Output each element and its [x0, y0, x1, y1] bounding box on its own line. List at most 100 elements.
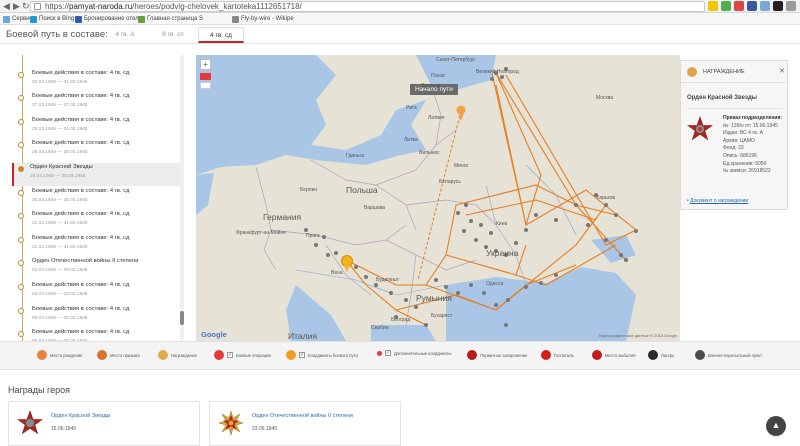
award-panel-header: НАГРАЖДЕНИЕ ✕ — [681, 61, 789, 83]
timeline-item[interactable]: Боевые действия в составе: 4 гв. сд 27.03… — [16, 92, 181, 115]
page-icon — [138, 15, 145, 23]
route-start-dashed — [417, 110, 462, 281]
timeline-item[interactable]: Боевые действия в составе: 4 гв. сд 28.03… — [16, 139, 181, 162]
timeline-item[interactable]: Орден Отечественной войны II степени 01.0… — [16, 257, 181, 280]
timeline-item[interactable] — [16, 55, 181, 68]
zoom-in-button[interactable]: + — [200, 59, 211, 70]
battle-map[interactable]: + Начало пути Германия Польша Украина Ру… — [196, 55, 680, 341]
reload-icon[interactable]: ↻ — [22, 1, 30, 12]
legend-label: Первичное захоронение — [480, 352, 528, 358]
timeline-list: Боевые действия в составе: 4 гв. сд 23.03… — [6, 55, 184, 341]
black-sea — [446, 267, 636, 341]
city-label: Москва — [596, 95, 614, 101]
legend-checkbox[interactable]: ✓ — [299, 352, 305, 358]
award-panel: НАГРАЖДЕНИЕ ✕ Орден Красной Звезды Прика… — [680, 60, 789, 210]
timeline-dot-icon — [18, 236, 24, 243]
timeline-item[interactable]: Боевые действия в составе: 4 гв. сд05.04… — [16, 328, 181, 341]
award-pin[interactable] — [341, 255, 353, 273]
battle-path-title: Боевой путь в составе: — [6, 29, 108, 40]
city-label: Вена — [331, 270, 343, 276]
city-label: Вильнюс — [419, 150, 440, 156]
legend-label: Боевые операции — [236, 352, 271, 358]
extension-icon[interactable] — [760, 1, 770, 11]
legend-icon — [467, 350, 477, 360]
legend-label: Награждение — [171, 352, 198, 358]
tab-4-gv-a[interactable]: 4 гв. А — [102, 27, 148, 43]
legend-item[interactable]: ✓ Дополнительные координаты — [377, 350, 451, 356]
timeline-item-title: Боевые действия в составе: 4 гв. сд — [32, 234, 130, 241]
map-legend: Место рождения Место призыва Награждение ✓ Б… — [0, 341, 800, 370]
star-icon[interactable] — [708, 1, 718, 11]
timeline-item[interactable]: Боевые действия в составе: 4 гв. сд05.04… — [16, 305, 181, 328]
wikipedia-icon — [232, 15, 239, 23]
timeline-item[interactable]: Боевые действия в составе: 4 гв. сд 31.03… — [16, 210, 181, 233]
timeline-item-date: 03.04.1945 — 03.04.1945 — [32, 292, 88, 297]
city-label: Рига — [406, 105, 417, 111]
scrollbar-track[interactable] — [180, 55, 184, 341]
award-detail-text: Издан: ВС 4 гв. А — [723, 130, 763, 137]
extension-icon[interactable] — [721, 1, 731, 11]
hero-award-card[interactable]: Орден Красной Звезды 15.06.1945 — [8, 401, 200, 446]
tab-8-gv-sp[interactable]: 8 гв. сп — [150, 27, 196, 43]
city-label: Будапешт — [376, 277, 399, 283]
award-detail-line: №: 139/н от: 15.06.1945 — [723, 123, 782, 131]
legend-item: Награждение — [158, 350, 197, 360]
scroll-top-button[interactable]: ▲ — [766, 416, 786, 436]
legend-checkbox[interactable]: ✓ — [227, 352, 233, 358]
timeline-item-title: Боевые действия в составе: 4 гв. сд — [32, 329, 130, 336]
timeline-item-title: Боевые действия в составе: 4 гв. сд — [32, 93, 130, 100]
timeline-item-date: 27.03.1945 — 27.03.1945 — [32, 103, 88, 109]
extension-icon[interactable] — [734, 1, 744, 11]
country-label: Беларусь — [439, 179, 461, 185]
country-label: Румыния — [416, 293, 452, 303]
map-type-red[interactable] — [200, 73, 211, 80]
facebook-icon[interactable] — [747, 1, 757, 11]
legend-checkbox[interactable]: ✓ — [385, 350, 391, 356]
timeline-dot-icon — [18, 166, 24, 172]
legend-item: Первичное захоронение — [467, 350, 527, 360]
hero-award-card[interactable]: Орден Отечественной войны II степени 23.… — [209, 401, 401, 446]
legend-icon — [97, 350, 107, 360]
amazon-icon[interactable] — [773, 1, 783, 11]
forward-icon[interactable]: ▶ — [13, 1, 20, 12]
city-label: Одесса — [486, 281, 504, 287]
hero-award-name[interactable]: Орден Красной Звезды — [51, 413, 111, 419]
timeline-item-title: Боевые действия в составе: 4 гв. сд — [32, 187, 130, 194]
patriotic-war-order-icon — [218, 410, 244, 436]
red-star-medal-icon — [687, 116, 713, 141]
legend-item[interactable]: ✓ Боевые операции — [214, 350, 271, 360]
legend-icon — [286, 350, 296, 360]
bookmark-hotel[interactable]: Бронирование отел — [75, 13, 139, 25]
timeline-item-title: Боевые действия в составе: 4 гв. сд — [32, 282, 130, 288]
award-document-link[interactable]: • Документ о награждении — [687, 198, 748, 204]
timeline-item[interactable]: Боевые действия в составе: 4 гв. сд 30.03… — [16, 187, 181, 210]
red-star-medal-icon — [17, 410, 43, 435]
timeline-item[interactable]: Боевые действия в составе: 4 гв. сд 31.03… — [16, 234, 181, 257]
bookmark-home[interactable]: Главная страница S — [138, 13, 203, 25]
bookmark-bing[interactable]: Поиск в Bing — [30, 13, 74, 25]
timeline-item[interactable]: Боевые действия в составе: 4 гв. сд 23.03… — [16, 69, 181, 92]
close-icon[interactable]: ✕ — [779, 67, 785, 75]
legend-icon — [377, 350, 382, 356]
menu-icon[interactable] — [786, 1, 796, 11]
map-type-white[interactable] — [200, 82, 211, 89]
timeline-item-date: 28.03.1945 — 28.03.1945 — [30, 174, 86, 179]
scrollbar-thumb[interactable] — [180, 311, 184, 325]
timeline-item-selected[interactable]: Орден Красной Звезды 28.03.1945 — 28.03.1… — [12, 163, 182, 186]
legend-item: Госпиталь — [541, 350, 574, 360]
address-bar[interactable]: https://pamyat-naroda.ru/heroes/podvig-c… — [30, 1, 705, 12]
back-icon[interactable]: ◀ — [3, 1, 10, 12]
tab-4-gv-sd[interactable]: 4 гв. сд — [198, 27, 244, 43]
country-label: Эстония — [421, 83, 441, 89]
hero-award-name[interactable]: Орден Отечественной войны II степени — [252, 413, 353, 419]
start-pin[interactable] — [456, 105, 466, 122]
baltic-sea — [196, 55, 426, 175]
hero-award-date: 15.06.1945 — [51, 426, 77, 432]
timeline-item[interactable]: Боевые действия в составе: 4 гв. сд 28.03… — [16, 116, 181, 139]
timeline-item[interactable]: Боевые действия в составе: 4 гв. сд 03.04… — [16, 281, 181, 304]
city-label: Варшава — [364, 205, 386, 211]
legend-item[interactable]: ✓ Координаты боевого пути — [286, 350, 358, 360]
divider — [687, 108, 783, 109]
bookmark-wiki[interactable]: Fly-by-wire - Wikipe — [232, 13, 294, 25]
timeline-item-date: 31.03.1945 — 31.03.1945 — [32, 244, 88, 250]
